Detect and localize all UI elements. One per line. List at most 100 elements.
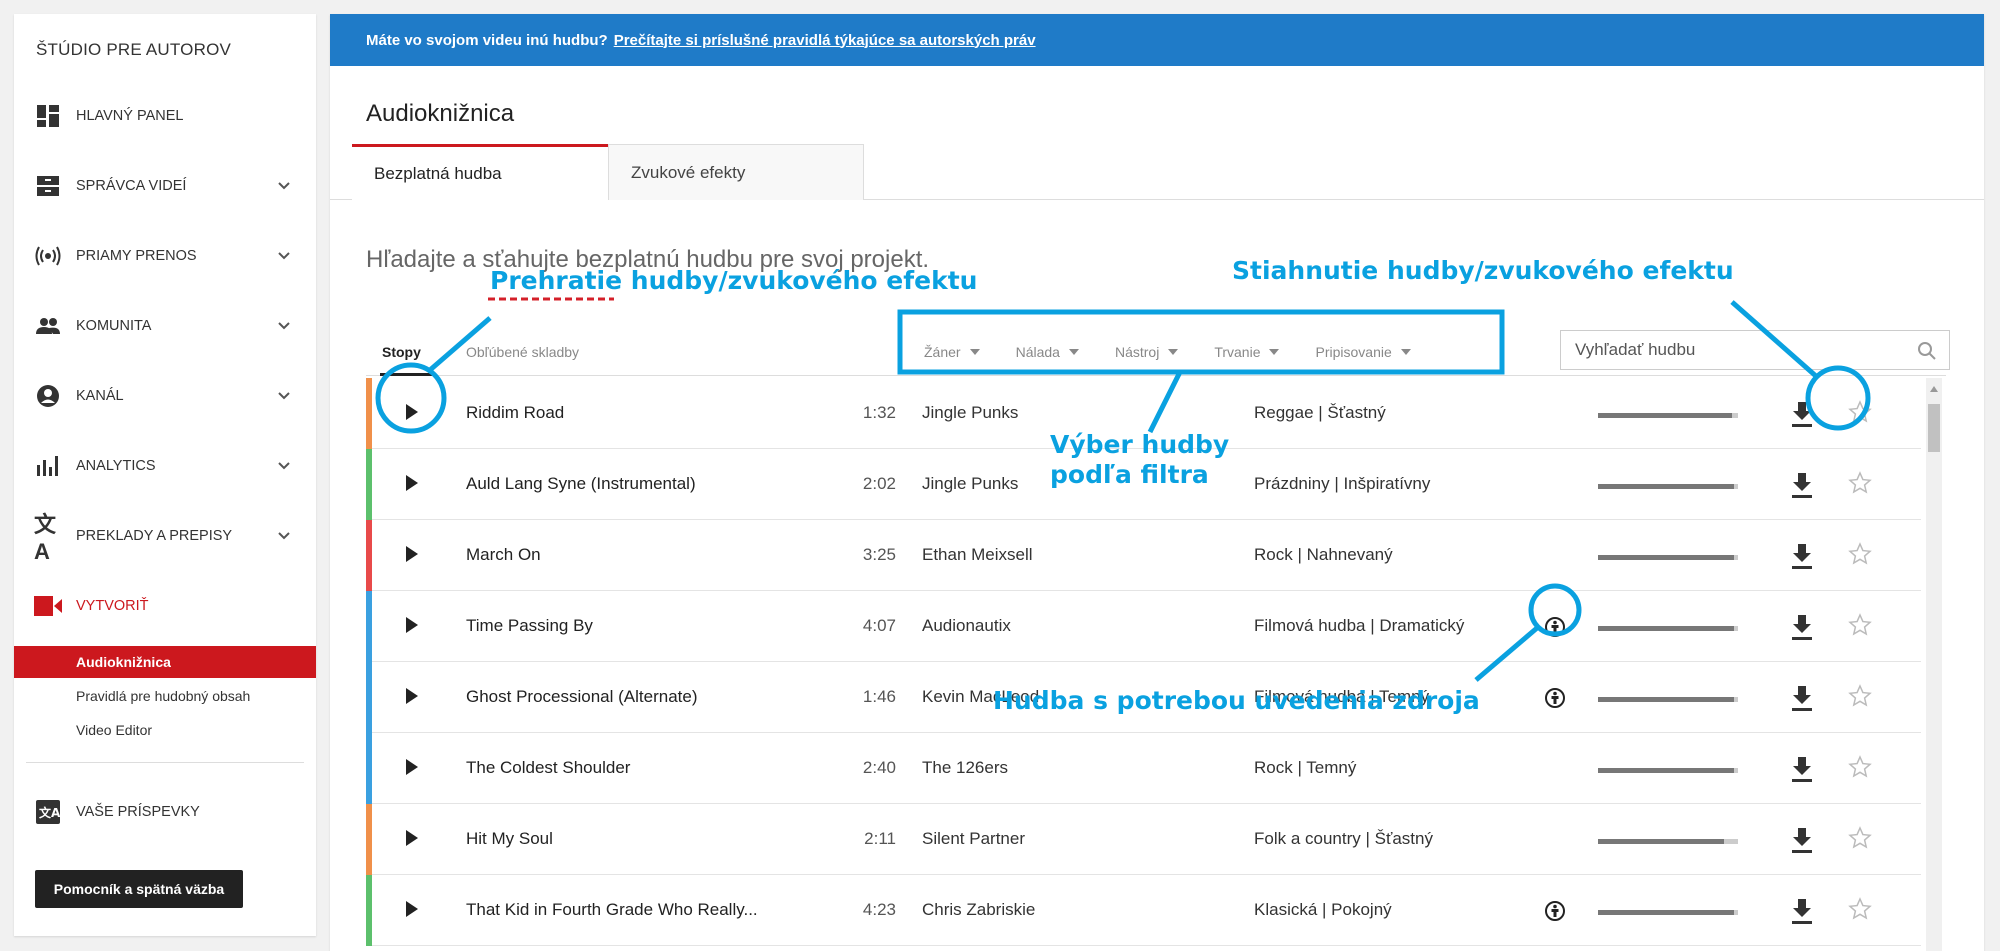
filter-attribution[interactable]: Pripisovanie: [1315, 344, 1411, 360]
sidebar-sub-music-policies[interactable]: Pravidlá pre hudobný obsah: [14, 680, 316, 712]
attribution-required-icon[interactable]: [1544, 900, 1566, 922]
waveform-bar[interactable]: [1598, 555, 1738, 560]
star-icon[interactable]: [1848, 826, 1872, 850]
sidebar-item-channel[interactable]: KANÁL: [14, 376, 316, 416]
waveform-fill: [1598, 413, 1733, 418]
waveform-fill: [1598, 555, 1734, 560]
waveform-bar[interactable]: [1598, 697, 1738, 702]
play-icon[interactable]: [406, 901, 418, 917]
waveform-bar[interactable]: [1598, 484, 1738, 489]
chevron-down-icon[interactable]: [278, 320, 290, 332]
star-icon[interactable]: [1848, 400, 1872, 424]
filter-label: Žáner: [924, 344, 961, 360]
track-duration: 2:40: [862, 758, 896, 777]
star-icon[interactable]: [1848, 542, 1872, 566]
track-title: Time Passing By: [466, 616, 593, 635]
waveform-fill: [1598, 910, 1734, 915]
sidebar-item-create[interactable]: VYTVORIŤ: [14, 586, 316, 626]
attribution-required-icon[interactable]: [1544, 687, 1566, 709]
play-icon[interactable]: [406, 475, 418, 491]
download-icon[interactable]: [1790, 826, 1814, 854]
tab-sound-effects[interactable]: Zvukové efekty: [608, 144, 864, 200]
sidebar-sub-video-editor[interactable]: Video Editor: [14, 714, 316, 746]
download-icon[interactable]: [1790, 613, 1814, 641]
community-icon: [34, 312, 62, 340]
star-icon[interactable]: [1848, 471, 1872, 495]
sidebar-item-label: PREKLADY A PREPISY: [76, 528, 233, 544]
sidebar-item-translations[interactable]: 文A PREKLADY A PREPISY: [14, 512, 316, 564]
annotation-filter-line: Výber hudby: [1050, 430, 1230, 459]
waveform-bar[interactable]: [1598, 768, 1738, 773]
attribution-required-icon[interactable]: [1544, 616, 1566, 638]
play-icon[interactable]: [406, 759, 418, 775]
track-artist: Jingle Punks: [922, 474, 1019, 493]
track-row[interactable]: March On 3:25 Ethan Meixsell Rock | Nahneva…: [366, 520, 1921, 591]
filter-genre[interactable]: Žáner: [924, 344, 980, 360]
track-row[interactable]: The Coldest Shoulder 2:40 The 126ers Rock |…: [366, 733, 1921, 804]
search-input[interactable]: Vyhľadať hudbu: [1560, 330, 1950, 370]
scroll-up-icon[interactable]: [1930, 386, 1938, 392]
waveform-bar[interactable]: [1598, 626, 1738, 631]
scroll-thumb[interactable]: [1928, 404, 1940, 452]
download-icon[interactable]: [1790, 542, 1814, 570]
caret-down-icon: [969, 349, 980, 355]
sidebar-item-label: SPRÁVCA VIDEÍ: [76, 178, 187, 194]
search-icon[interactable]: [1917, 341, 1937, 361]
star-icon[interactable]: [1848, 897, 1872, 921]
sidebar-item-dashboard[interactable]: HLAVNÝ PANEL: [14, 96, 316, 136]
download-icon[interactable]: [1790, 755, 1814, 783]
filter-duration[interactable]: Trvanie: [1214, 344, 1280, 360]
star-icon[interactable]: [1848, 755, 1872, 779]
tab-favorites[interactable]: Obľúbené skladby: [466, 344, 579, 360]
help-feedback-button[interactable]: Pomocník a spätná väzba: [35, 870, 243, 908]
track-row[interactable]: Time Passing By 4:07 Audionautix Filmová hu…: [366, 591, 1921, 662]
scrollbar[interactable]: [1926, 378, 1942, 951]
download-icon[interactable]: [1790, 684, 1814, 712]
track-title: Riddim Road: [466, 403, 565, 422]
sidebar-item-analytics[interactable]: ANALYTICS: [14, 446, 316, 486]
sidebar-item-contributions[interactable]: 文A VAŠE PRÍSPEVKY: [14, 792, 316, 832]
chevron-down-icon[interactable]: [278, 390, 290, 402]
search-placeholder: Vyhľadať hudbu: [1575, 340, 1696, 359]
track-title: Auld Lang Syne (Instrumental): [466, 474, 696, 493]
filter-mood[interactable]: Nálada: [1016, 344, 1079, 360]
download-icon[interactable]: [1790, 897, 1814, 925]
chevron-down-icon[interactable]: [278, 250, 290, 262]
genre-color-bar: [366, 662, 372, 733]
sidebar-item-community[interactable]: KOMUNITA: [14, 306, 316, 346]
play-icon[interactable]: [406, 404, 418, 420]
star-icon[interactable]: [1848, 613, 1872, 637]
video-manager-icon: [34, 172, 62, 200]
tab-tracks[interactable]: Stopy: [382, 344, 421, 360]
waveform-bar[interactable]: [1598, 839, 1738, 844]
dashboard-icon: [34, 102, 62, 130]
play-icon[interactable]: [406, 830, 418, 846]
banner-link[interactable]: Prečítajte si príslušné pravidlá týkajúc…: [614, 32, 1036, 49]
play-icon[interactable]: [406, 546, 418, 562]
sidebar-item-video-manager[interactable]: SPRÁVCA VIDEÍ: [14, 166, 316, 206]
download-icon[interactable]: [1790, 471, 1814, 499]
chevron-down-icon[interactable]: [278, 530, 290, 542]
chevron-down-icon[interactable]: [278, 180, 290, 192]
filter-instrument[interactable]: Nástroj: [1115, 344, 1179, 360]
waveform-bar[interactable]: [1598, 413, 1738, 418]
track-genre-mood: Rock | Temný: [1254, 758, 1357, 777]
track-artist: Audionautix: [922, 616, 1011, 635]
track-duration: 1:32: [862, 403, 896, 422]
play-icon[interactable]: [406, 617, 418, 633]
track-duration: 3:25: [862, 545, 896, 564]
track-row[interactable]: Hit My Soul 2:11 Silent Partner Folk a coun…: [366, 804, 1921, 875]
track-duration: 4:07: [862, 616, 896, 635]
star-icon[interactable]: [1848, 684, 1872, 708]
sidebar-item-label: KOMUNITA: [76, 318, 152, 334]
waveform-bar[interactable]: [1598, 910, 1738, 915]
sidebar-sub-audio-library[interactable]: Audioknižnica: [14, 646, 316, 678]
chevron-down-icon[interactable]: [278, 460, 290, 472]
tab-free-music[interactable]: Bezplatná hudba: [352, 144, 608, 201]
download-icon[interactable]: [1790, 400, 1814, 428]
page-title: Audioknižnica: [366, 100, 515, 127]
sidebar-item-live[interactable]: PRIAMY PRENOS: [14, 236, 316, 276]
play-icon[interactable]: [406, 688, 418, 704]
track-title: The Coldest Shoulder: [466, 758, 631, 777]
track-row[interactable]: That Kid in Fourth Grade Who Really... 4:…: [366, 875, 1921, 946]
